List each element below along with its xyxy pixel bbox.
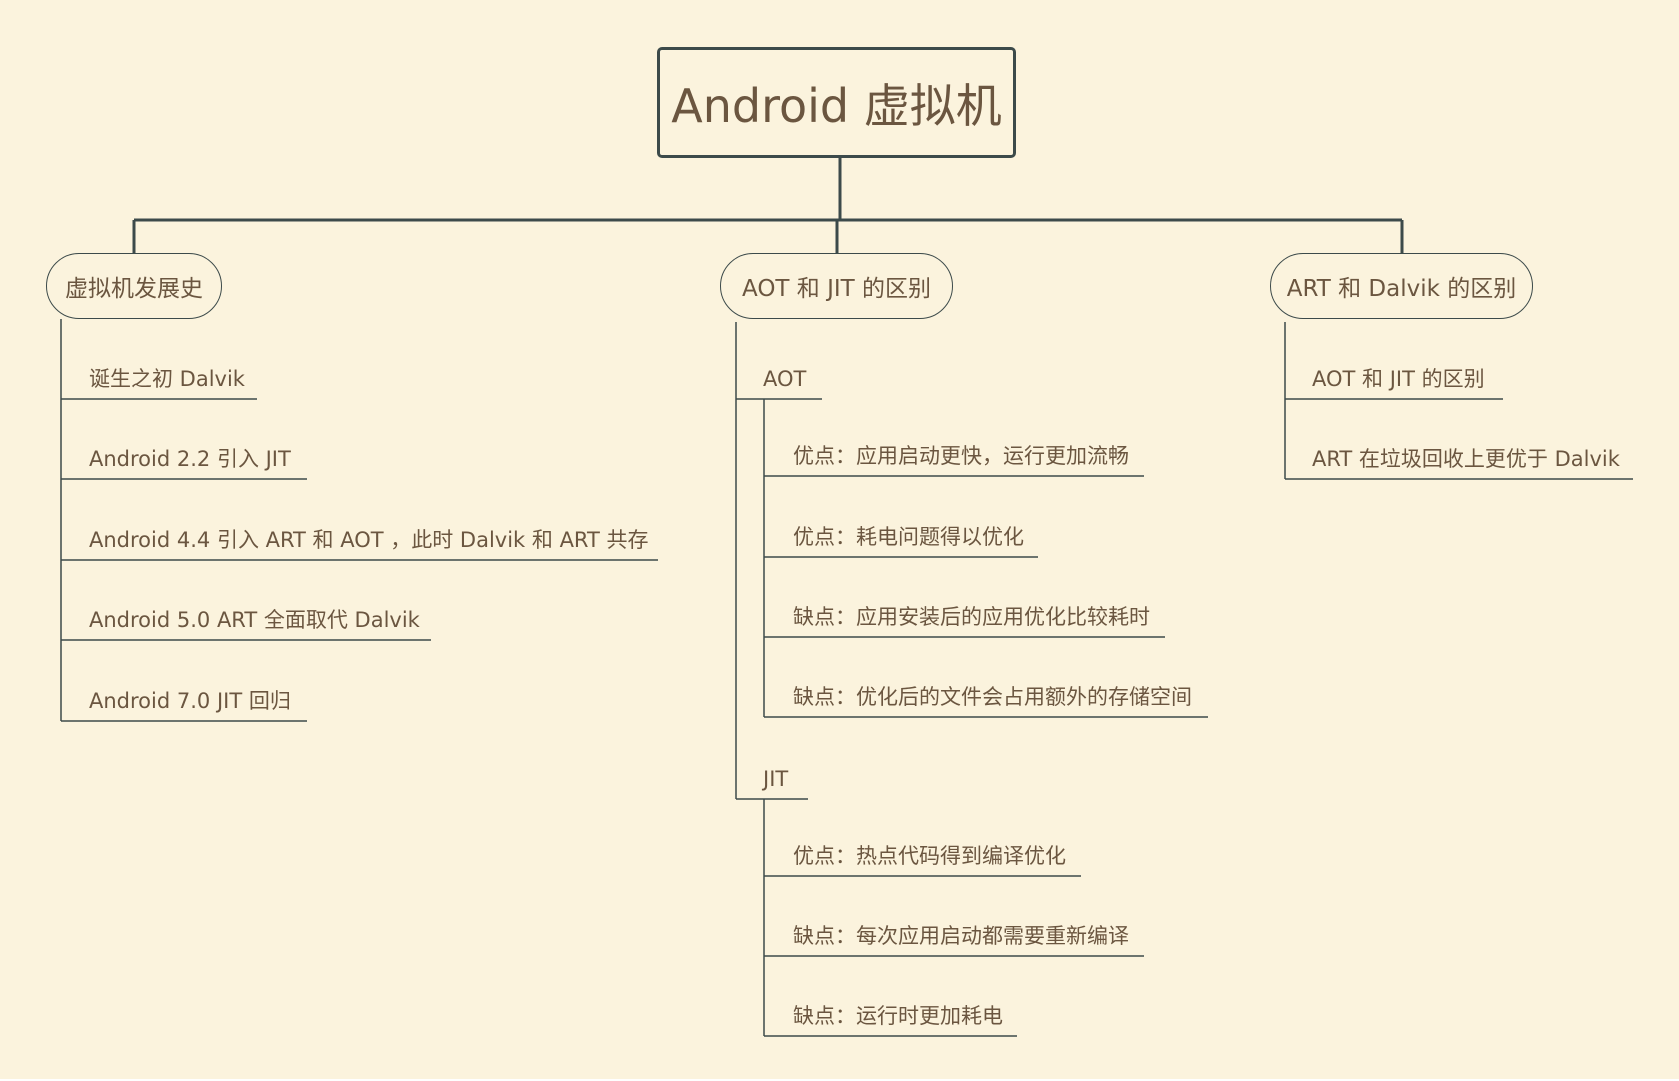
branch-label: AOT 和 JIT 的区别 bbox=[741, 276, 932, 302]
history-item-3[interactable]: Android 4.4 引入 ART 和 AOT ，此时 Dalvik 和 AR… bbox=[89, 526, 649, 554]
group-aot[interactable]: AOT bbox=[763, 365, 806, 393]
jit-item-2[interactable]: 缺点：每次应用启动都需要重新编译 bbox=[793, 922, 1129, 950]
branch-label: 虚拟机发展史 bbox=[65, 276, 203, 302]
history-item-1[interactable]: 诞生之初 Dalvik bbox=[89, 365, 245, 393]
aot-item-3[interactable]: 缺点：应用安装后的应用优化比较耗时 bbox=[793, 603, 1150, 631]
aot-item-4[interactable]: 缺点：优化后的文件会占用额外的存储空间 bbox=[793, 683, 1192, 711]
branch-label: ART 和 Dalvik 的区别 bbox=[1286, 276, 1517, 302]
aot-item-2[interactable]: 优点：耗电问题得以优化 bbox=[793, 523, 1024, 551]
root-node[interactable]: Android 虚拟机 bbox=[657, 47, 1016, 158]
branch-node-history[interactable]: 虚拟机发展史 bbox=[46, 253, 222, 319]
art-dalvik-item-2[interactable]: ART 在垃圾回收上更优于 Dalvik bbox=[1312, 445, 1620, 473]
group-jit[interactable]: JIT bbox=[763, 765, 788, 793]
history-item-5[interactable]: Android 7.0 JIT 回归 bbox=[89, 687, 291, 715]
art-dalvik-item-1[interactable]: AOT 和 JIT 的区别 bbox=[1312, 365, 1485, 393]
history-item-4[interactable]: Android 5.0 ART 全面取代 Dalvik bbox=[89, 606, 420, 634]
branch-node-aot-jit[interactable]: AOT 和 JIT 的区别 bbox=[720, 253, 953, 319]
history-item-2[interactable]: Android 2.2 引入 JIT bbox=[89, 445, 291, 473]
root-label: Android 虚拟机 bbox=[671, 78, 1002, 133]
jit-item-3[interactable]: 缺点：运行时更加耗电 bbox=[793, 1002, 1003, 1030]
jit-item-1[interactable]: 优点：热点代码得到编译优化 bbox=[793, 842, 1066, 870]
mind-map-canvas: Android 虚拟机 虚拟机发展史 AOT 和 JIT 的区别 ART 和 D… bbox=[0, 0, 1679, 1081]
aot-item-1[interactable]: 优点：应用启动更快，运行更加流畅 bbox=[793, 442, 1129, 470]
branch-node-art-dalvik[interactable]: ART 和 Dalvik 的区别 bbox=[1270, 253, 1533, 319]
